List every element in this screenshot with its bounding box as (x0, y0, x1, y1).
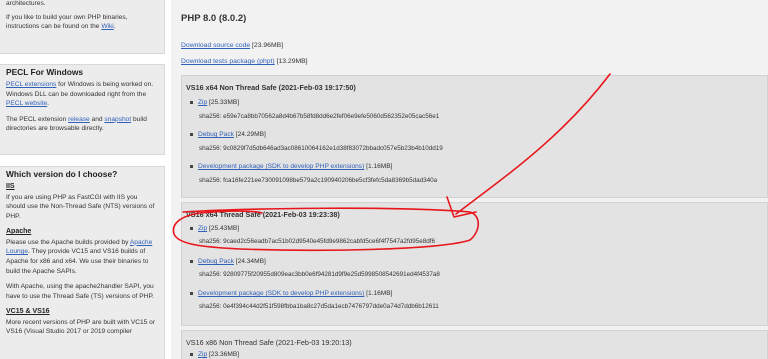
item-hash: sha256: 9c0829f7d5db646ad3ac08610064162e… (199, 145, 443, 152)
download-source-row: Download source code [23.96MB] (181, 42, 283, 49)
bullet-icon (190, 352, 193, 356)
which-version-title: Which version do I choose? (6, 169, 118, 179)
main-panel: PHP 8.0 (8.0.2) Download source code [23… (171, 0, 768, 359)
download-source-link[interactable]: Download source code (181, 42, 250, 49)
build-item-debug: Debug Pack [24.34MB] (190, 258, 266, 265)
item-size: [24.29MB] (235, 131, 266, 138)
release-link[interactable]: release (68, 116, 90, 123)
sidebar-intro-box: architectures. If you like to build your… (0, 0, 165, 54)
snapshot-link[interactable]: snapshot (104, 116, 131, 123)
wiki-link[interactable]: Wiki (101, 23, 113, 30)
build-item-zip: Zip [25.33MB] (190, 99, 239, 106)
bullet-icon (190, 132, 193, 136)
debug-pack-link[interactable]: Debug Pack (198, 258, 234, 265)
apache-text-2: With Apache, using the apache2handler SA… (6, 283, 154, 300)
pecl-text-1-tail: . (47, 100, 50, 108)
build-box-nts-x64: VS16 x64 Non Thread Safe (2021-Feb-03 19… (181, 75, 768, 198)
item-size: [1.16MB] (366, 163, 393, 170)
build-title: VS16 x86 Non Thread Safe (2021-Feb-03 19… (186, 338, 352, 347)
item-hash: sha256: e59e7ca8bb70562a8d4b67b58fd8dd6e… (199, 113, 440, 120)
pecl-text: PECL extensions for Windows is being wor… (6, 80, 158, 109)
pecl-box: PECL For Windows PECL extensions for Win… (0, 64, 165, 155)
intro-text: If you like to build your own PHP binari… (6, 13, 158, 32)
vc-heading: VC15 & VS16 (6, 308, 50, 316)
download-tests-link[interactable]: Download tests package (phpt) (181, 58, 275, 65)
zip-link[interactable]: Zip (198, 99, 207, 106)
bullet-icon (190, 164, 193, 168)
download-source-size: [23.96MB] (252, 42, 284, 49)
dev-package-link[interactable]: Development package (SDK to develop PHP … (198, 163, 364, 170)
build-item-devpack: Development package (SDK to develop PHP … (190, 163, 393, 170)
apache-text-1b: . They provide VC15 and VS16 builds of A… (6, 248, 149, 275)
which-version-box: Which version do I choose? IIS If you ar… (0, 166, 165, 359)
build-item-debug: Debug Pack [24.29MB] (190, 131, 266, 138)
item-hash: sha256: fca16fe221ee730091098be579a2c190… (199, 177, 438, 184)
bullet-icon (190, 100, 193, 104)
item-size: [1.16MB] (366, 290, 393, 297)
debug-pack-link[interactable]: Debug Pack (198, 131, 234, 138)
dev-package-link[interactable]: Development package (SDK to develop PHP … (198, 290, 364, 297)
sidebar: architectures. If you like to build your… (0, 0, 165, 359)
intro-tail: . (113, 23, 116, 31)
item-size: [23.36MB] (209, 351, 240, 358)
item-size: [25.33MB] (209, 99, 240, 106)
iis-heading: IIS (6, 183, 15, 190)
build-box-ts-x64: VS16 x64 Thread Safe (2021-Feb-03 19:23:… (181, 202, 768, 326)
build-box-nts-x86: VS16 x86 Non Thread Safe (2021-Feb-03 19… (181, 330, 768, 359)
bullet-icon (190, 259, 193, 263)
build-title: VS16 x64 Non Thread Safe (2021-Feb-03 19… (186, 83, 356, 92)
zip-link[interactable]: Zip (198, 225, 207, 232)
bullet-icon (190, 291, 193, 295)
apache-text-1: Please use the Apache builds provided by… (6, 238, 158, 276)
bullet-icon (190, 226, 193, 230)
build-item-zip: Zip [25.43MB] (190, 225, 239, 232)
pecl-extensions-link[interactable]: PECL extensions (6, 81, 56, 88)
pecl-text-2b: and (89, 115, 105, 123)
pecl-text-2a: The PECL extension (6, 115, 69, 123)
item-size: [24.34MB] (235, 258, 266, 265)
item-hash: sha256: 0e4f394c44d2f51f598fbba1ba8c27d5… (199, 303, 439, 310)
build-item-zip: Zip [23.36MB] (190, 351, 239, 358)
vc-text: More recent versions of PHP are built wi… (6, 318, 156, 336)
download-tests-row: Download tests package (phpt) [13.29MB] (181, 58, 308, 65)
page: architectures. If you like to build your… (0, 0, 768, 359)
item-hash: sha256: 9caed2c56eadb7ac51b02d9540e45fd9… (199, 238, 436, 245)
pecl-website-link[interactable]: PECL website (6, 100, 47, 107)
build-title: VS16 x64 Thread Safe (2021-Feb-03 19:23:… (186, 210, 340, 219)
release-title: PHP 8.0 (8.0.2) (181, 13, 247, 24)
pecl-text-2: The PECL extension release and snapshot … (6, 115, 158, 134)
build-item-devpack: Development package (SDK to develop PHP … (190, 290, 393, 297)
iis-text: If you are using PHP as FastCGI with IIS… (6, 193, 155, 220)
intro-line: architectures. (6, 0, 46, 7)
pecl-title: PECL For Windows (6, 67, 84, 77)
item-size: [25.43MB] (209, 225, 240, 232)
apache-text-1a: Please use the Apache builds provided by (6, 238, 130, 246)
apache-heading: Apache (6, 228, 32, 236)
item-hash: sha256: 92809775f20955d809eac3bb0e6f9428… (199, 271, 440, 278)
zip-link[interactable]: Zip (198, 351, 207, 358)
download-tests-size: [13.29MB] (276, 58, 308, 65)
